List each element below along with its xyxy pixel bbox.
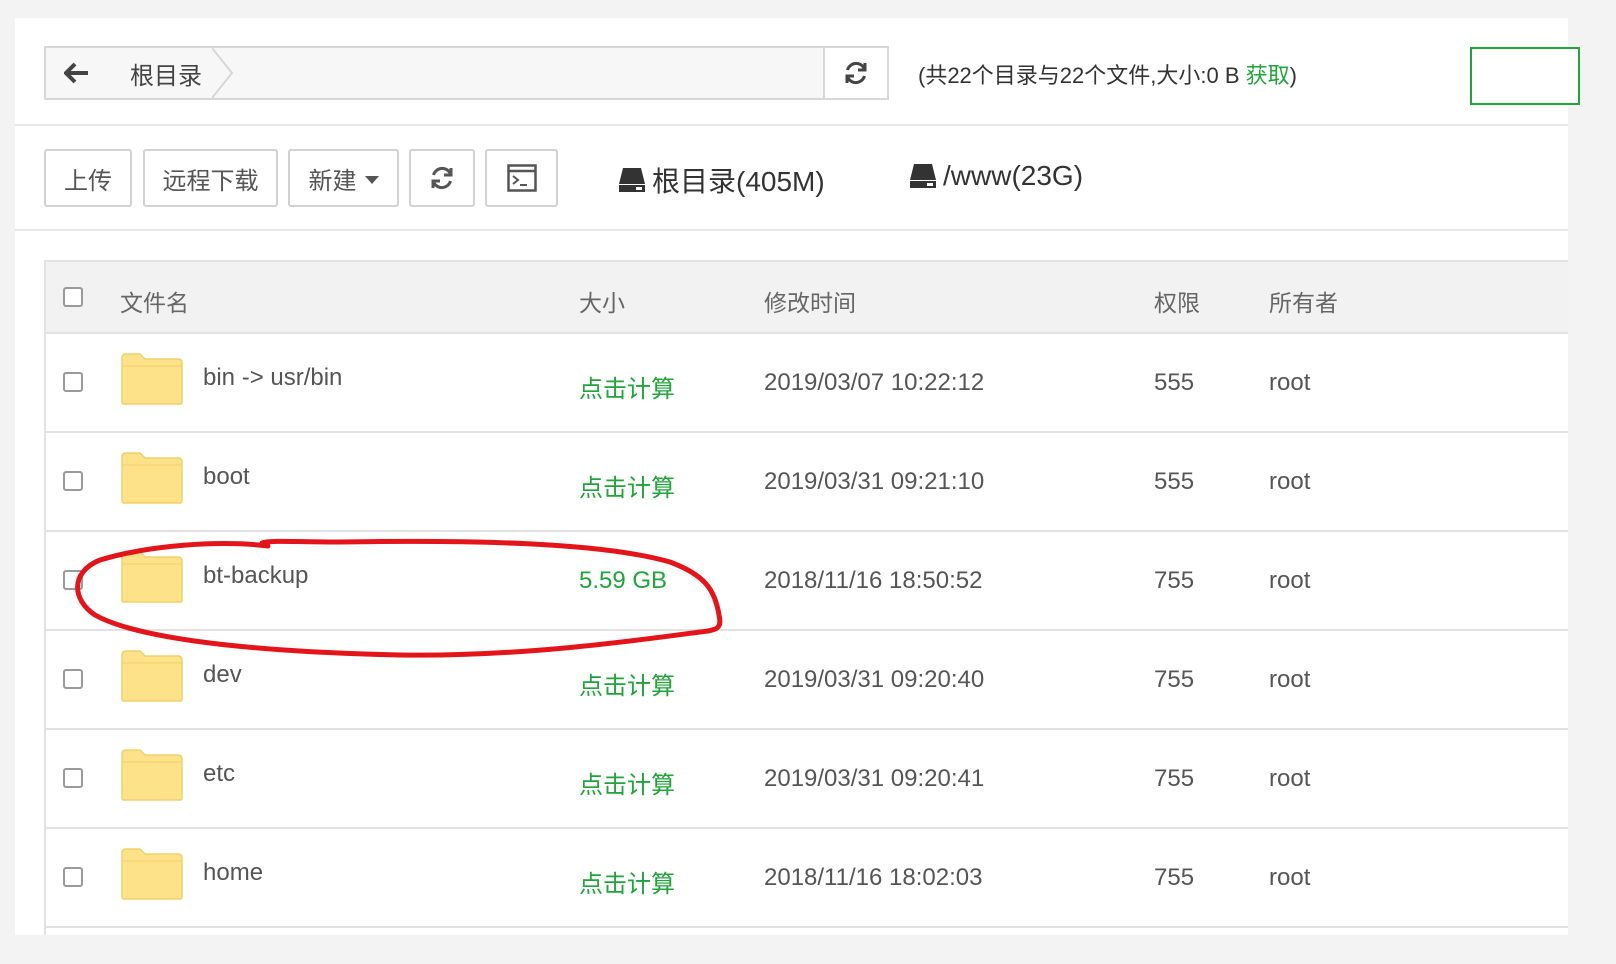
calc-size-link[interactable]: 点击计算 xyxy=(579,369,675,404)
back-button[interactable] xyxy=(46,48,110,98)
disk-root[interactable]: 根目录(405M) xyxy=(618,160,825,200)
calc-size-link[interactable]: 点击计算 xyxy=(579,864,675,899)
upload-button[interactable]: 上传 xyxy=(44,149,132,207)
select-all-checkbox[interactable] xyxy=(63,287,83,307)
file-permission[interactable]: 755 xyxy=(1154,765,1194,793)
row-checkbox[interactable] xyxy=(63,570,83,590)
file-name[interactable]: bt-backup xyxy=(203,562,308,590)
divider xyxy=(15,229,1568,231)
calc-size-link[interactable]: 点击计算 xyxy=(579,468,675,503)
table-header: 文件名 大小 修改时间 权限 所有者 xyxy=(46,262,1568,334)
file-mtime: 2019/03/31 09:20:41 xyxy=(764,765,985,792)
file-mtime: 2018/11/16 18:50:52 xyxy=(764,567,983,594)
file-owner[interactable]: root xyxy=(1269,468,1310,496)
breadcrumb-root[interactable]: 根目录 xyxy=(108,48,226,98)
folder-icon xyxy=(121,353,183,405)
directory-summary: (共22个目录与22个文件,大小:0 B 获取) xyxy=(918,58,1297,90)
row-checkbox[interactable] xyxy=(63,867,83,887)
file-mtime: 2019/03/31 09:20:40 xyxy=(764,666,985,693)
table-row[interactable]: bin -> usr/bin 点击计算 2019/03/07 10:22:12 … xyxy=(46,334,1568,433)
disk-www-label: /www(23G) xyxy=(943,160,1084,191)
file-permission[interactable]: 755 xyxy=(1154,864,1194,892)
row-checkbox[interactable] xyxy=(63,471,83,491)
arrow-left-icon xyxy=(64,62,88,84)
header-size[interactable]: 大小 xyxy=(579,284,625,318)
breadcrumb-separator xyxy=(212,48,234,98)
row-checkbox[interactable] xyxy=(63,669,83,689)
row-checkbox[interactable] xyxy=(63,372,83,392)
file-owner[interactable]: root xyxy=(1269,765,1310,793)
terminal-button[interactable] xyxy=(485,149,558,207)
header-mtime[interactable]: 修改时间 xyxy=(764,284,856,318)
file-mtime: 2019/03/31 09:21:10 xyxy=(764,468,985,495)
refresh-button[interactable] xyxy=(409,149,475,207)
divider xyxy=(15,124,1568,126)
summary-text: (共22个目录与22个文件,大小:0 B xyxy=(918,63,1246,88)
file-owner[interactable]: root xyxy=(1269,864,1310,892)
table-row[interactable]: bt-backup 5.59 GB 2018/11/16 18:50:52 75… xyxy=(46,532,1568,631)
new-dropdown-button[interactable]: 新建 xyxy=(288,149,399,207)
file-permission[interactable]: 555 xyxy=(1154,468,1194,496)
file-name[interactable]: home xyxy=(203,859,263,887)
get-size-link[interactable]: 获取 xyxy=(1246,63,1290,88)
remote-download-button[interactable]: 远程下载 xyxy=(143,149,278,207)
search-input[interactable] xyxy=(1470,47,1580,105)
folder-icon xyxy=(121,848,183,900)
file-name[interactable]: boot xyxy=(203,463,250,491)
hard-drive-icon xyxy=(910,164,936,188)
table-row[interactable]: home 点击计算 2018/11/16 18:02:03 755 root xyxy=(46,829,1568,928)
calc-size-link[interactable]: 点击计算 xyxy=(579,765,675,800)
file-name[interactable]: etc xyxy=(203,760,235,788)
file-permission[interactable]: 755 xyxy=(1154,666,1194,694)
refresh-icon xyxy=(845,61,867,85)
folder-icon xyxy=(121,452,183,504)
folder-icon xyxy=(121,650,183,702)
file-table: 文件名 大小 修改时间 权限 所有者 bin -> usr/bin 点击计算 2… xyxy=(44,260,1568,935)
caret-down-icon xyxy=(364,175,379,184)
new-button-label: 新建 xyxy=(308,167,357,195)
folder-icon xyxy=(121,749,183,801)
disk-www[interactable]: /www(23G) xyxy=(909,160,1083,192)
table-row[interactable]: dev 点击计算 2019/03/31 09:20:40 755 root xyxy=(46,631,1568,730)
header-name[interactable]: 文件名 xyxy=(120,284,189,318)
calc-size-link[interactable]: 点击计算 xyxy=(579,666,675,701)
file-owner[interactable]: root xyxy=(1269,369,1310,397)
path-bar: 根目录 xyxy=(44,46,889,100)
hard-drive-icon xyxy=(619,168,645,192)
header-owner[interactable]: 所有者 xyxy=(1269,284,1338,318)
file-size: 5.59 GB xyxy=(579,567,668,594)
file-owner[interactable]: root xyxy=(1269,567,1310,595)
file-mtime: 2019/03/07 10:22:12 xyxy=(764,369,985,396)
terminal-icon xyxy=(506,164,537,192)
folder-icon xyxy=(121,551,183,603)
header-perm[interactable]: 权限 xyxy=(1154,284,1200,318)
file-name[interactable]: dev xyxy=(203,661,242,689)
file-permission[interactable]: 755 xyxy=(1154,567,1194,595)
row-checkbox[interactable] xyxy=(63,768,83,788)
table-row[interactable]: boot 点击计算 2019/03/31 09:21:10 555 root xyxy=(46,433,1568,532)
file-owner[interactable]: root xyxy=(1269,666,1310,694)
refresh-icon xyxy=(431,166,453,190)
file-mtime: 2018/11/16 18:02:03 xyxy=(764,864,983,891)
file-name[interactable]: bin -> usr/bin xyxy=(203,364,342,392)
table-row[interactable]: etc 点击计算 2019/03/31 09:20:41 755 root xyxy=(46,730,1568,829)
disk-root-label: 根目录(405M) xyxy=(652,166,825,197)
summary-close: ) xyxy=(1289,63,1297,88)
file-permission[interactable]: 555 xyxy=(1154,369,1194,397)
path-refresh-button[interactable] xyxy=(823,48,887,98)
